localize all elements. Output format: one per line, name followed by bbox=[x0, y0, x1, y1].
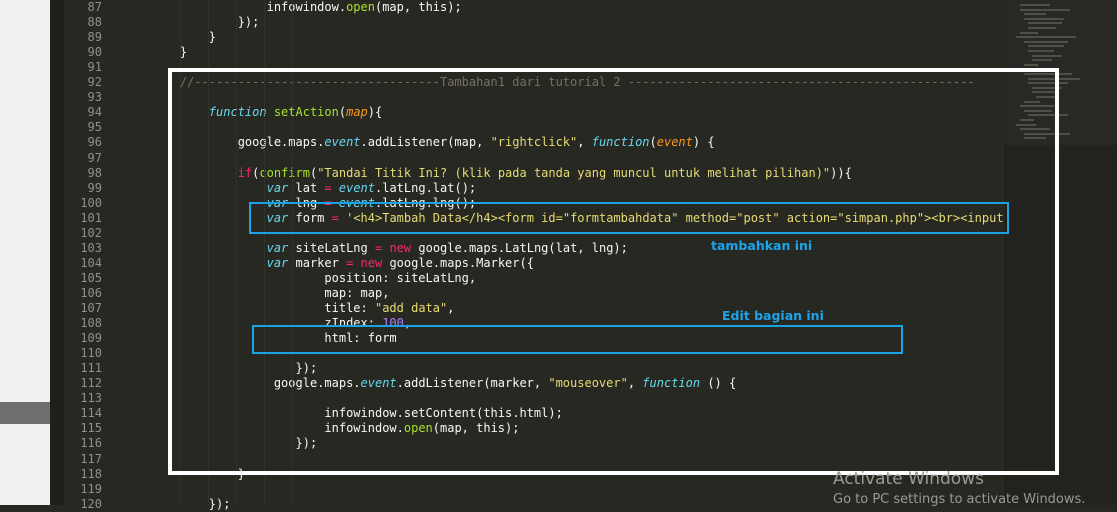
code-line: }); bbox=[151, 496, 231, 512]
line-number: 97 bbox=[87, 150, 102, 165]
line-number: 107 bbox=[80, 301, 102, 315]
code-token: this bbox=[418, 0, 448, 14]
line-number: 89 bbox=[87, 30, 102, 45]
line-number: 111 bbox=[80, 361, 102, 376]
line-number: 87 bbox=[87, 0, 102, 14]
line-number: 93 bbox=[87, 90, 102, 105]
code-token: . bbox=[338, 0, 347, 14]
code-line: }); bbox=[151, 15, 260, 30]
line-number: 115 bbox=[80, 421, 102, 436]
code-token: }); bbox=[151, 496, 231, 511]
line-number: 119 bbox=[80, 481, 102, 496]
highlight-box-html-line bbox=[252, 325, 903, 354]
line-number: 118 bbox=[80, 466, 102, 481]
line-number: 88 bbox=[87, 15, 102, 30]
code-token: } bbox=[151, 30, 217, 45]
background-scrollbar bbox=[0, 402, 50, 424]
line-number: 114 bbox=[80, 406, 102, 421]
background-window bbox=[0, 0, 50, 505]
line-number: 99 bbox=[87, 180, 102, 195]
annotation-edit: Edit bagian ini bbox=[722, 308, 824, 323]
code-line: } bbox=[151, 45, 187, 60]
line-number: 106 bbox=[80, 285, 102, 300]
code-token: } bbox=[151, 45, 188, 60]
code-token: infowindow bbox=[266, 0, 339, 14]
line-number: 113 bbox=[80, 391, 102, 406]
line-number: 90 bbox=[87, 45, 102, 60]
code-token: }); bbox=[151, 15, 260, 30]
code-token: ); bbox=[447, 0, 462, 14]
code-line: } bbox=[151, 30, 216, 45]
line-number: 120 bbox=[80, 496, 102, 511]
editor-edge bbox=[50, 0, 64, 505]
line-number: 101 bbox=[80, 210, 102, 225]
line-number: 91 bbox=[87, 60, 102, 75]
code-line: infowindow.open(map, this); bbox=[151, 0, 462, 15]
line-number: 94 bbox=[87, 105, 102, 120]
line-number: 117 bbox=[80, 451, 102, 466]
line-number: 95 bbox=[87, 120, 102, 135]
line-number: 110 bbox=[80, 346, 102, 361]
line-number: 98 bbox=[87, 165, 102, 180]
line-number: 100 bbox=[80, 195, 102, 210]
line-number: 102 bbox=[80, 225, 102, 240]
line-number: 92 bbox=[87, 75, 102, 90]
code-token: (map, bbox=[374, 0, 419, 14]
line-number: 104 bbox=[80, 255, 102, 270]
line-number: 105 bbox=[80, 270, 102, 285]
activation-title: Activate Windows bbox=[833, 469, 984, 489]
highlight-box-white bbox=[168, 68, 1059, 475]
annotation-tambahkan: tambahkan ini bbox=[711, 238, 813, 253]
line-number: 109 bbox=[80, 331, 102, 346]
line-number: 108 bbox=[80, 316, 102, 331]
line-number: 103 bbox=[80, 240, 102, 255]
line-number: 96 bbox=[87, 135, 102, 150]
highlight-box-form-line bbox=[249, 202, 1009, 234]
line-number: 112 bbox=[80, 376, 102, 391]
line-number: 116 bbox=[80, 436, 102, 451]
code-token: open bbox=[346, 0, 375, 14]
